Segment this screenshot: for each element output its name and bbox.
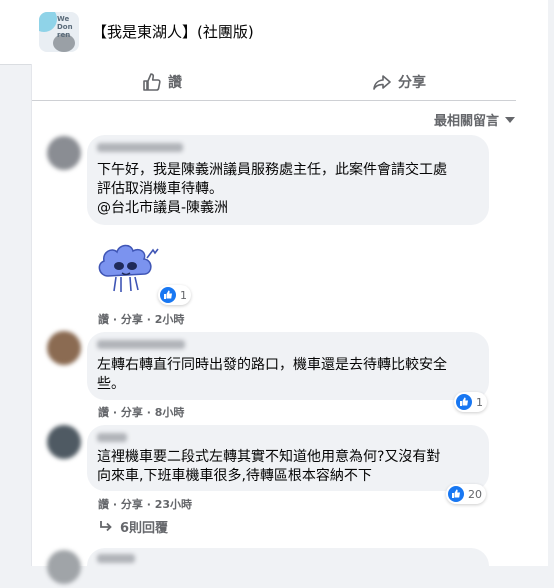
commenter-name-blurred[interactable] <box>97 433 127 442</box>
reaction-count[interactable]: 1 <box>158 285 191 305</box>
like-reaction-icon <box>456 394 472 410</box>
group-name[interactable]: 【我是東湖人】(社團版) <box>92 21 254 42</box>
like-reaction-icon <box>160 287 176 303</box>
comment-meta: 讚 · 分享 · 23小時 <box>98 496 192 512</box>
comment-sort-dropdown[interactable]: 最相關留言 <box>434 110 515 129</box>
comment-like-link[interactable]: 讚 <box>98 498 109 511</box>
commenter-avatar[interactable] <box>47 425 81 459</box>
meta-separator: · <box>112 313 118 326</box>
sort-label: 最相關留言 <box>433 114 499 129</box>
like-label: 讚 <box>168 75 182 91</box>
meta-separator: · <box>112 498 118 511</box>
commenter-avatar[interactable] <box>47 136 81 170</box>
caret-down-icon <box>505 116 515 123</box>
replies-label: 6則回覆 <box>120 521 169 536</box>
commenter-name-blurred[interactable] <box>97 143 183 152</box>
share-arrow-icon <box>373 75 391 90</box>
comment-text-line: 這裡機車要二段式左轉其實不知道他用意為何?又沒有對 <box>97 449 441 465</box>
comment-text-line: 左轉右轉直行同時出發的路口，機車還是去待轉比較安全 <box>97 357 447 373</box>
reaction-count-value: 20 <box>468 487 482 501</box>
comment-like-link[interactable]: 讚 <box>98 313 109 326</box>
like-button[interactable]: 讚 <box>142 70 182 94</box>
comment-bubble <box>87 548 489 588</box>
commenter-name-blurred[interactable] <box>97 554 135 563</box>
comment-bubble: 左轉右轉直行同時出發的路口，機車還是去待轉比較安全 些。 <box>87 332 489 400</box>
comment-meta: 讚 · 分享 · 2小時 <box>98 311 184 327</box>
like-reaction-icon <box>448 486 464 502</box>
meta-separator: · <box>146 406 151 419</box>
view-replies-link[interactable]: 6則回覆 <box>98 517 168 536</box>
commenter-avatar[interactable] <box>47 331 81 365</box>
reaction-count-value: 1 <box>476 395 483 409</box>
comment-timestamp[interactable]: 2小時 <box>155 313 185 326</box>
cloud-sticker-image <box>98 244 159 292</box>
comment-text-line: 向來車,下班車機車很多,待轉區根本容納不下 <box>97 468 372 484</box>
post-actions-bar: 讚 分享 <box>32 64 516 101</box>
meta-separator: · <box>112 406 118 419</box>
commenter-avatar[interactable] <box>47 550 81 584</box>
reply-arrow-icon <box>100 520 112 531</box>
share-button[interactable]: 分享 <box>372 70 426 94</box>
thumbs-up-icon <box>143 73 161 91</box>
group-header: We Don ren 【我是東湖人】(社團版) <box>0 0 554 65</box>
group-avatar[interactable]: We Don ren <box>39 12 79 52</box>
meta-separator: · <box>146 498 151 511</box>
share-label: 分享 <box>398 75 426 91</box>
comment-bubble: 這裡機車要二段式左轉其實不知道他用意為何?又沒有對 向來車,下班車機車很多,待轉… <box>87 425 489 491</box>
comment-share-link[interactable]: 分享 <box>121 313 143 326</box>
reaction-count-value: 1 <box>180 288 187 302</box>
comment-mention-link[interactable]: @台北市議員-陳義洲 <box>97 199 228 218</box>
meta-separator: · <box>146 313 151 326</box>
scrollbar[interactable] <box>548 0 554 566</box>
reaction-count[interactable]: 1 <box>454 392 487 412</box>
commenter-name-blurred[interactable] <box>97 340 185 349</box>
comment-timestamp[interactable]: 23小時 <box>155 498 192 511</box>
comment-bubble: 下午好，我是陳義洲議員服務處主任，此案件會請交工處 評估取消機車待轉。 @台北市… <box>87 135 489 225</box>
comment-text-line: 些。 <box>97 376 125 392</box>
comment-text-line: 下午好，我是陳義洲議員服務處主任，此案件會請交工處 <box>97 162 447 178</box>
comment-timestamp[interactable]: 8小時 <box>155 406 185 419</box>
comment-like-link[interactable]: 讚 <box>98 406 109 419</box>
reaction-count[interactable]: 20 <box>446 484 486 504</box>
comment-text-line: 評估取消機車待轉。 <box>97 181 223 197</box>
post-panel: 讚 分享 最相關留言 下午好，我是陳義洲議員服務處主任，此案件會請交工處 評估取… <box>31 64 554 588</box>
comment-share-link[interactable]: 分享 <box>121 498 143 511</box>
comment-share-link[interactable]: 分享 <box>121 406 143 419</box>
comment-meta: 讚 · 分享 · 8小時 <box>98 404 184 420</box>
